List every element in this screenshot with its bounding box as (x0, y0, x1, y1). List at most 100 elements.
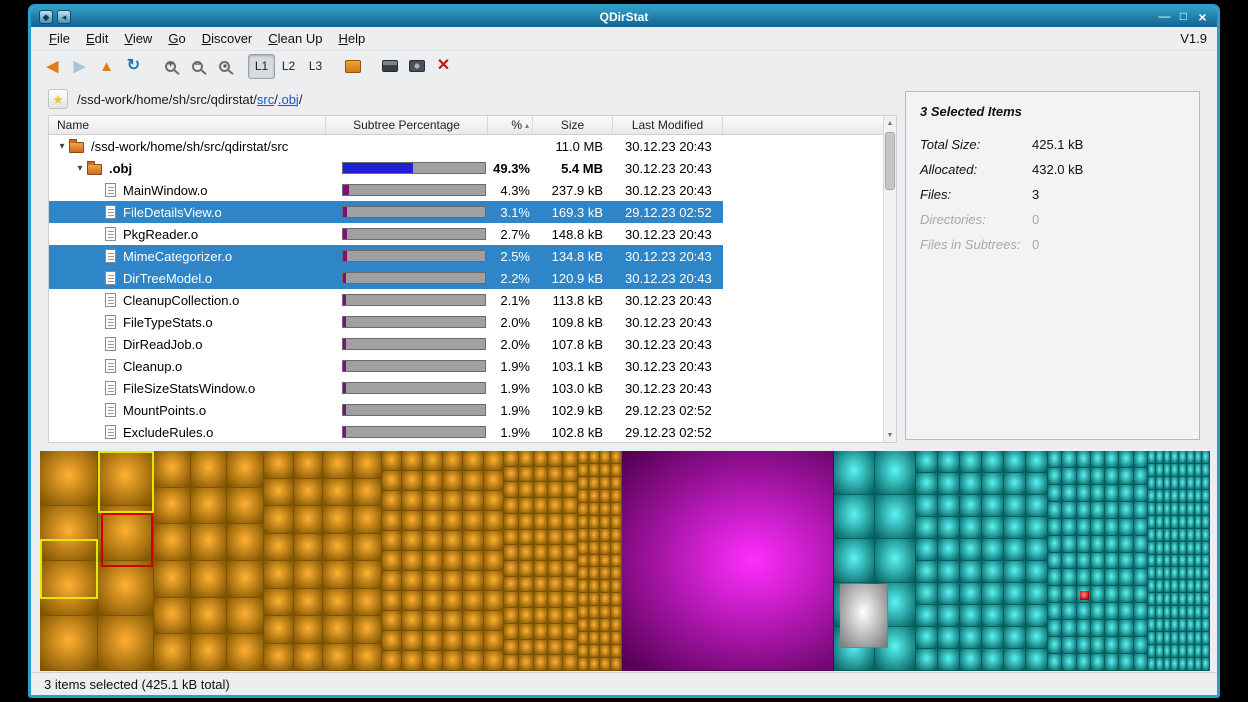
menu-item-discover[interactable]: Discover (194, 29, 261, 48)
treemap-tile[interactable] (563, 561, 577, 576)
treemap-tile[interactable] (1164, 658, 1171, 670)
treemap-tile[interactable] (578, 464, 588, 476)
treemap-tile[interactable] (1004, 517, 1025, 538)
table-row[interactable]: FileDetailsView.o 3.1% 169.3 kB 29.12.23… (49, 201, 723, 223)
treemap-tile[interactable] (1105, 553, 1118, 569)
treemap-tile[interactable] (1062, 637, 1075, 653)
treemap-tile[interactable] (600, 567, 610, 579)
treemap-tile[interactable] (463, 451, 482, 470)
treemap-tile[interactable] (611, 606, 621, 618)
treemap-tile[interactable] (1156, 503, 1163, 515)
treemap-tile[interactable] (463, 631, 482, 650)
treemap-tile[interactable] (1202, 542, 1209, 554)
file-manager-button[interactable] (403, 54, 430, 79)
treemap-tile[interactable] (504, 467, 518, 482)
treemap-tile[interactable] (1195, 529, 1202, 541)
treemap-tile[interactable] (1187, 555, 1194, 567)
treemap-tile[interactable] (323, 479, 352, 506)
treemap-tile[interactable] (834, 451, 874, 494)
treemap-tile[interactable] (1148, 529, 1155, 541)
treemap-tile[interactable] (916, 605, 937, 626)
table-row[interactable]: CleanupCollection.o 2.1% 113.8 kB 30.12.… (49, 289, 723, 311)
treemap-tile[interactable] (323, 644, 352, 671)
treemap-tile[interactable] (1164, 619, 1171, 631)
treemap-tile[interactable] (191, 451, 227, 487)
treemap-tile[interactable] (1202, 529, 1209, 541)
treemap-tile[interactable] (600, 451, 610, 463)
treemap-tile[interactable] (1105, 603, 1118, 619)
treemap-tile[interactable] (1134, 603, 1147, 619)
treemap-tile[interactable] (578, 658, 588, 670)
bookmark-button[interactable]: ★ (48, 89, 68, 109)
treemap-tile[interactable] (1179, 619, 1186, 631)
treemap-tile[interactable] (563, 592, 577, 607)
expander-icon[interactable]: ▾ (73, 163, 87, 174)
treemap-tile[interactable] (611, 567, 621, 579)
treemap-tile[interactable] (1004, 561, 1025, 582)
treemap-tile[interactable] (402, 491, 421, 510)
treemap-tile[interactable] (1179, 542, 1186, 554)
menu-item-go[interactable]: Go (160, 29, 193, 48)
treemap-tile[interactable] (519, 640, 533, 655)
treemap-tile[interactable] (611, 529, 621, 541)
treemap-tile[interactable] (938, 627, 959, 648)
treemap-tile[interactable] (443, 511, 462, 530)
treemap-tile[interactable] (1004, 583, 1025, 604)
treemap-tile[interactable] (294, 534, 323, 561)
treemap-tile[interactable] (600, 580, 610, 592)
treemap-tile[interactable] (1179, 632, 1186, 644)
treemap-tile[interactable] (1062, 519, 1075, 535)
treemap-tile[interactable] (1062, 536, 1075, 552)
treemap-tile[interactable] (916, 561, 937, 582)
treemap-tile[interactable] (578, 567, 588, 579)
treemap-tile[interactable] (916, 539, 937, 560)
treemap-tile[interactable] (1187, 477, 1194, 489)
treemap-tile[interactable] (1171, 490, 1178, 502)
treemap-tile[interactable] (1171, 451, 1178, 463)
treemap-tile[interactable] (1195, 632, 1202, 644)
treemap-tile[interactable] (563, 467, 577, 482)
treemap-tile[interactable] (294, 616, 323, 643)
treemap-tile[interactable] (1134, 569, 1147, 585)
treemap-tile[interactable] (1171, 619, 1178, 631)
treemap-tile[interactable] (589, 503, 599, 515)
treemap-tile[interactable] (504, 608, 518, 623)
delete-button[interactable]: ✕ (430, 54, 457, 79)
treemap-tile[interactable] (504, 530, 518, 545)
treemap-tile[interactable] (548, 624, 562, 639)
treemap-tile[interactable] (1148, 555, 1155, 567)
treemap-tile[interactable] (1105, 586, 1118, 602)
treemap-tile[interactable] (548, 545, 562, 560)
treemap-tile[interactable] (589, 529, 599, 541)
treemap-tile[interactable] (1048, 519, 1061, 535)
treemap-tile[interactable] (548, 655, 562, 670)
treemap-tile[interactable] (1148, 464, 1155, 476)
treemap-tile[interactable] (423, 631, 442, 650)
treemap-tile[interactable] (1026, 649, 1047, 670)
treemap-tile[interactable] (227, 561, 263, 597)
treemap-tile[interactable] (154, 634, 190, 670)
treemap-tile[interactable] (960, 539, 981, 560)
treemap-tile[interactable] (1105, 519, 1118, 535)
treemap-tile[interactable] (611, 503, 621, 515)
treemap-tile[interactable] (1202, 593, 1209, 605)
treemap-tile[interactable] (1202, 606, 1209, 618)
treemap-tile[interactable] (578, 555, 588, 567)
treemap-tile[interactable] (98, 616, 153, 670)
treemap-tile[interactable] (1171, 632, 1178, 644)
table-row[interactable]: ▾ /ssd-work/home/sh/src/qdirstat/src 11.… (49, 135, 723, 157)
treemap-tile[interactable] (1119, 620, 1132, 636)
treemap-tile[interactable] (382, 651, 401, 670)
treemap-tile[interactable] (484, 591, 503, 610)
treemap-tile[interactable] (1062, 654, 1075, 670)
treemap-tile[interactable] (227, 524, 263, 560)
treemap-tile[interactable] (1091, 451, 1104, 467)
treemap-tile[interactable] (1156, 606, 1163, 618)
treemap-tile[interactable] (519, 577, 533, 592)
treemap-tile[interactable] (1187, 593, 1194, 605)
treemap-tile[interactable] (600, 619, 610, 631)
treemap-tile[interactable] (1134, 502, 1147, 518)
package-button[interactable] (339, 54, 366, 79)
treemap-tile[interactable] (1091, 620, 1104, 636)
treemap-tile[interactable] (840, 584, 887, 647)
